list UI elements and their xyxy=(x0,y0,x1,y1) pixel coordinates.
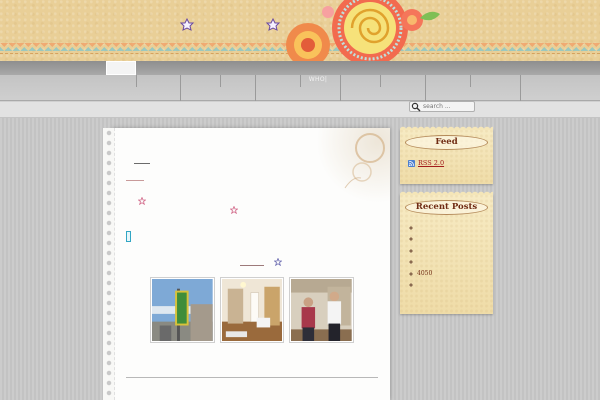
search-box[interactable] xyxy=(409,101,475,112)
magnifier-icon xyxy=(411,102,421,111)
photo-interior-room[interactable] xyxy=(219,277,285,343)
feed-widget: Feed RSS 2.0 xyxy=(400,126,493,184)
diamond-bullet-icon xyxy=(409,237,413,242)
photo-gallery xyxy=(150,277,355,343)
nav-divider xyxy=(255,75,256,101)
nav-divider xyxy=(340,75,341,101)
torn-paper-edge xyxy=(103,128,115,400)
nav-divider xyxy=(180,75,181,101)
site-header xyxy=(0,0,600,61)
widget-marker[interactable] xyxy=(126,231,131,242)
recent-posts-title: Recent Posts xyxy=(405,200,488,215)
nav-top-strip xyxy=(0,61,600,75)
post-meta-line xyxy=(126,180,144,181)
nav-divider xyxy=(470,75,471,87)
nav-item-label[interactable]: WHO| xyxy=(306,76,330,86)
navigation-bar: WHO| xyxy=(0,61,600,101)
diamond-bullet-icon xyxy=(409,283,413,288)
nav-divider xyxy=(425,75,426,101)
main-content xyxy=(103,128,390,400)
nav-divider xyxy=(520,75,521,101)
coffee-ring-decoration xyxy=(344,133,385,189)
nav-divider xyxy=(136,75,137,87)
photo-building-sign[interactable] xyxy=(150,277,215,343)
rss-feed-link[interactable]: RSS 2.0 xyxy=(418,159,444,167)
star-icon xyxy=(179,17,195,31)
content-separator xyxy=(126,377,378,378)
diamond-bullet-icon xyxy=(409,248,413,253)
list-item[interactable] xyxy=(409,280,487,292)
list-item[interactable] xyxy=(409,222,487,234)
recent-post-link[interactable]: 4050 xyxy=(417,270,432,277)
feed-widget-title: Feed xyxy=(405,135,488,150)
feed-row: RSS 2.0 xyxy=(408,159,444,167)
post-meta-line xyxy=(134,163,150,164)
nav-divider xyxy=(300,75,301,87)
nav-divider xyxy=(220,75,221,87)
photo-two-people[interactable] xyxy=(289,277,355,343)
rss-icon xyxy=(408,159,415,167)
star-icon xyxy=(230,206,238,214)
diamond-bullet-icon xyxy=(409,271,413,276)
star-icon xyxy=(138,197,146,205)
nav-tab-home[interactable] xyxy=(106,61,136,75)
list-item[interactable] xyxy=(409,234,487,246)
recent-posts-widget: Recent Posts 4050 xyxy=(400,191,493,314)
list-item[interactable] xyxy=(409,245,487,257)
star-icon xyxy=(274,258,282,266)
nav-divider xyxy=(380,75,381,87)
list-item[interactable] xyxy=(409,257,487,269)
diamond-bullet-icon xyxy=(409,225,413,230)
post-divider xyxy=(240,265,264,266)
diamond-bullet-icon xyxy=(409,260,413,265)
flower-illustration xyxy=(286,0,440,61)
sub-navigation-bar xyxy=(0,101,600,118)
recent-posts-list: 4050 xyxy=(409,222,487,291)
list-item[interactable]: 4050 xyxy=(409,268,487,280)
search-input[interactable] xyxy=(421,102,473,111)
